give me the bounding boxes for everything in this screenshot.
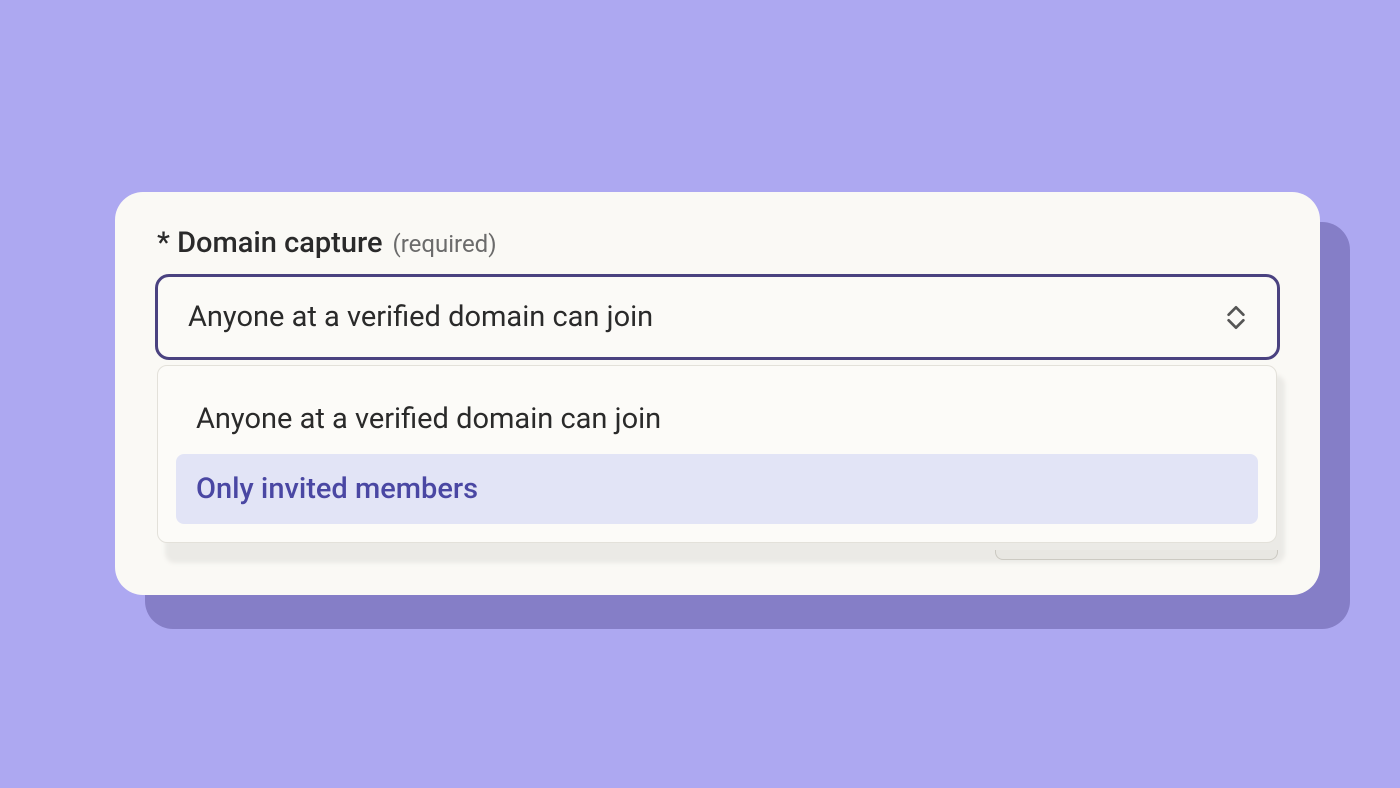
label-required-hint: (required) <box>392 230 496 258</box>
option-only-invited-members[interactable]: Only invited members <box>176 454 1258 524</box>
select-selected-value: Anyone at a verified domain can join <box>188 300 653 334</box>
settings-card: * Domain capture (required) Anyone at a … <box>115 192 1320 595</box>
option-anyone-verified-domain[interactable]: Anyone at a verified domain can join <box>176 384 1258 454</box>
label-text: * Domain capture <box>157 226 382 260</box>
chevron-up-down-icon <box>1225 305 1247 330</box>
domain-capture-dropdown: Anyone at a verified domain can join Onl… <box>157 365 1277 543</box>
domain-capture-select[interactable]: Anyone at a verified domain can join <box>155 274 1280 360</box>
field-label: * Domain capture (required) <box>157 226 1280 260</box>
